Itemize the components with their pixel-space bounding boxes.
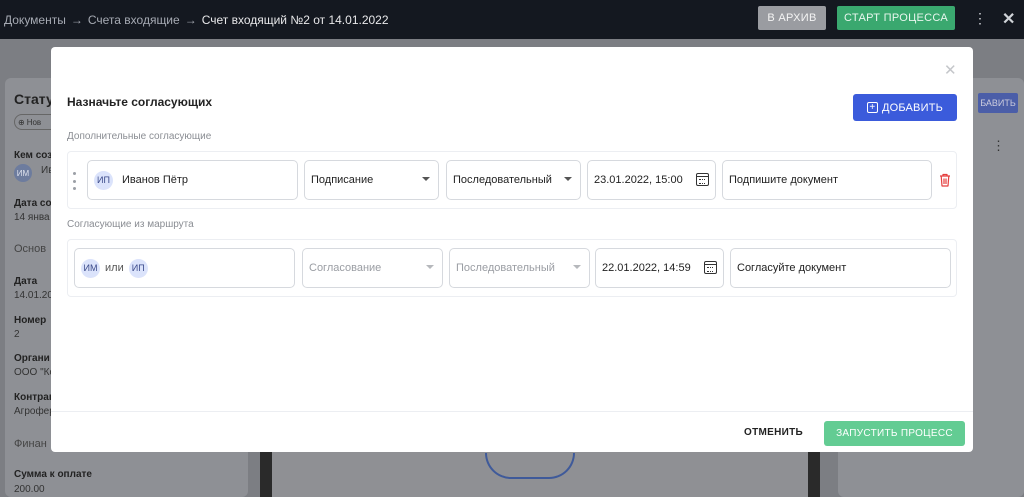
- date-created-label: Дата со: [14, 198, 52, 209]
- comment-field[interactable]: Подпишите документ: [722, 160, 932, 200]
- comment-field[interactable]: Согласуйте документ: [730, 248, 951, 288]
- top-bar: Документы → Счета входящие → Счет входящ…: [0, 0, 1024, 39]
- add-approver-button-bg[interactable]: БАВИТЬ: [978, 93, 1018, 113]
- section-additional-approvers: Дополнительные согласующие: [67, 131, 212, 142]
- comment-value: Согласуйте документ: [737, 262, 847, 274]
- breadcrumb-documents[interactable]: Документы: [4, 13, 66, 27]
- cancel-button[interactable]: ОТМЕНИТЬ: [744, 427, 803, 438]
- date-created-value: 14 янва: [14, 212, 50, 223]
- breadcrumb: Документы → Счета входящие → Счет входящ…: [4, 13, 389, 27]
- archive-button[interactable]: В АРХИВ: [758, 6, 826, 30]
- calendar-icon[interactable]: [704, 261, 717, 274]
- amount-label: Сумма к оплате: [14, 469, 92, 480]
- created-by-label: Кем соз: [14, 150, 53, 161]
- section-finance: Финан: [14, 438, 47, 450]
- amount-value: 200.00: [14, 484, 45, 495]
- deadline-field[interactable]: 23.01.2022, 15:00: [587, 160, 716, 200]
- breadcrumb-arrow-icon: →: [70, 12, 83, 27]
- assign-approvers-modal: ✕ Назначьте согласующих + ДОБАВИТЬ Допол…: [51, 47, 973, 452]
- drag-handle-icon[interactable]: [73, 172, 77, 190]
- deadline-value: 23.01.2022, 15:00: [594, 174, 683, 186]
- order-value: Последовательный: [456, 262, 555, 274]
- breadcrumb-incoming-invoices[interactable]: Счета входящие: [88, 13, 180, 27]
- trash-icon[interactable]: [939, 173, 951, 187]
- approver-row: ИП Иванов Пётр Подписание Последовательн…: [67, 151, 957, 209]
- close-icon[interactable]: ✕: [1002, 9, 1015, 29]
- organization-value: ООО "Ко: [14, 367, 56, 378]
- avatar: ИП: [128, 258, 148, 278]
- order-select: Последовательный: [449, 248, 590, 288]
- modal-title: Назначьте согласующих: [67, 95, 213, 109]
- action-select[interactable]: Подписание: [304, 160, 439, 200]
- breadcrumb-current: Счет входящий №2 от 14.01.2022: [201, 12, 389, 27]
- number-value: 2: [14, 329, 20, 340]
- avatar: ИМ: [14, 164, 32, 182]
- status-title: Стату: [14, 91, 54, 107]
- date-label: Дата: [14, 276, 38, 287]
- approver-row: ИМ или ИП Согласование Последовательный …: [67, 239, 957, 297]
- run-process-button[interactable]: ЗАПУСТИТЬ ПРОЦЕСС: [824, 421, 965, 446]
- date-value: 14.01.20: [14, 290, 53, 301]
- more-options-icon[interactable]: ⋮: [973, 10, 987, 27]
- avatar: ИП: [94, 170, 113, 190]
- action-value: Подписание: [311, 174, 374, 186]
- new-status-label: Нов: [26, 117, 42, 127]
- breadcrumb-arrow-icon: →: [184, 12, 197, 27]
- section-route-approvers: Согласующие из маршрута: [67, 219, 194, 230]
- avatar: ИМ: [81, 258, 100, 278]
- add-approver-label: ДОБАВИТЬ: [881, 101, 944, 114]
- plus-icon: ⊕: [18, 117, 25, 127]
- approver-name: Иванов Пётр: [122, 174, 189, 186]
- chevron-down-icon: [573, 265, 581, 269]
- start-process-button[interactable]: СТАРТ ПРОЦЕССА: [837, 6, 955, 30]
- comment-value: Подпишите документ: [729, 174, 839, 186]
- plus-square-icon: +: [866, 102, 878, 113]
- order-value: Последовательный: [453, 174, 552, 186]
- section-main: Основ: [14, 243, 47, 255]
- action-value: Согласование: [309, 262, 382, 274]
- action-select: Согласование: [302, 248, 443, 288]
- chevron-down-icon: [426, 265, 434, 269]
- deadline-field[interactable]: 22.01.2022, 14:59: [595, 248, 724, 288]
- close-icon[interactable]: ✕: [944, 61, 957, 79]
- organization-label: Органи: [14, 353, 50, 364]
- order-select[interactable]: Последовательный: [446, 160, 581, 200]
- calendar-icon[interactable]: [696, 173, 709, 186]
- chevron-down-icon: [422, 177, 430, 181]
- deadline-value: 22.01.2022, 14:59: [602, 262, 691, 274]
- stamp-image: [485, 453, 575, 479]
- approver-field[interactable]: ИМ или ИП: [74, 248, 295, 288]
- counterparty-value: Агрофер: [14, 406, 55, 417]
- counterparty-label: Контраг: [14, 392, 53, 403]
- add-approver-button[interactable]: + ДОБАВИТЬ: [853, 94, 957, 121]
- divider: [51, 411, 973, 412]
- approver-field[interactable]: ИП Иванов Пётр: [87, 160, 298, 200]
- more-options-icon[interactable]: ⋮: [992, 138, 1005, 154]
- number-label: Номер: [14, 315, 47, 326]
- chevron-down-icon: [564, 177, 572, 181]
- or-label: или: [105, 262, 124, 274]
